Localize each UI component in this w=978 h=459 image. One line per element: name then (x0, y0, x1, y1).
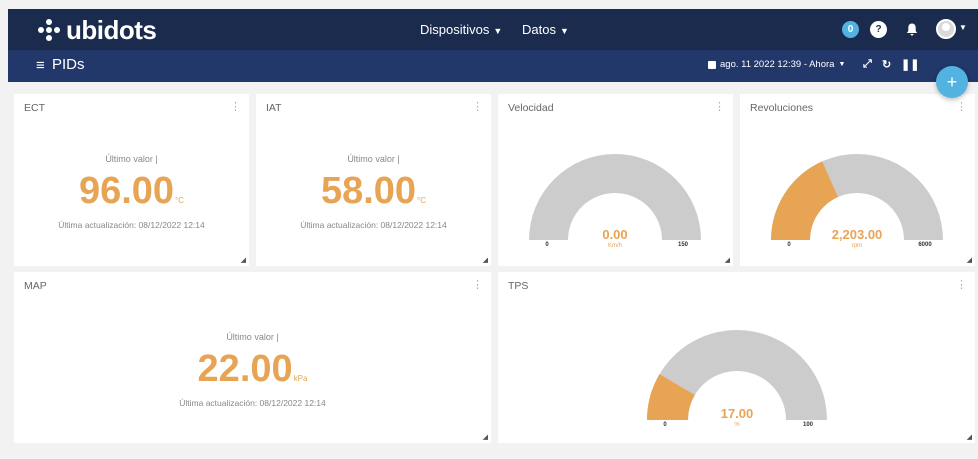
notification-count-badge[interactable]: 0 (842, 21, 859, 38)
resize-handle-icon[interactable]: ◢ (725, 256, 730, 264)
widget-ect: ECT ⋮ Último valor | 96.00°C Última actu… (14, 94, 249, 266)
kebab-menu-icon[interactable]: ⋮ (472, 278, 483, 291)
date-range-picker[interactable]: ago. 11 2022 12:39 - Ahora ▼ (708, 59, 845, 70)
last-value-label: Último valor | (105, 154, 158, 164)
add-icon: + (946, 71, 958, 92)
resize-handle-icon[interactable]: ◢ (967, 433, 972, 441)
nav-data[interactable]: Datos ▼ (522, 22, 569, 37)
metric-number: 58.00 (320, 170, 417, 212)
chevron-down-icon: ▼ (493, 26, 503, 36)
ubidots-logo[interactable]: ubidots (38, 14, 157, 45)
gauge-value: 2,203.00 (832, 227, 883, 242)
widget-title: IAT (266, 102, 282, 114)
metric-number: 96.00 (78, 170, 175, 212)
last-update-text: Última actualización: 08/12/2022 12:14 (58, 220, 205, 230)
gauge-unit: Km/h (608, 243, 622, 249)
widget-iat: IAT ⋮ Último valor | 58.00°C Última actu… (256, 94, 491, 266)
widget-title: ECT (24, 102, 45, 114)
gauge-chart: 0.00 Km/h 0 150 (529, 154, 701, 249)
widget-velocidad: Velocidad ⋮ 0.00 Km/h 0 150 ◢ (498, 94, 733, 266)
widget-map: MAP ⋮ Último valor | 22.00kPa Última act… (14, 272, 491, 443)
metric-unit: °C (417, 196, 427, 205)
user-avatar[interactable] (936, 19, 956, 39)
nav-devices-label: Dispositivos (420, 22, 490, 37)
gauge-value: 17.00 (721, 406, 754, 421)
dashboard-title: PIDs (52, 56, 85, 73)
gauge-value: 0.00 (602, 227, 627, 242)
gauge-min-label: 0 (787, 242, 791, 248)
gauge-min-label: 0 (545, 242, 549, 248)
last-value-label: Último valor | (226, 332, 279, 342)
kebab-menu-icon[interactable]: ⋮ (230, 100, 241, 113)
gauge-unit: rpm (852, 243, 862, 249)
top-navbar: ubidots Dispositivos ▼ Datos ▼ 0 ? ▼ (8, 9, 978, 50)
resize-handle-icon[interactable]: ◢ (241, 256, 246, 264)
last-update-text: Última actualización: 08/12/2022 12:14 (300, 220, 447, 230)
gauge-chart: 2,203.00 rpm 0 6000 (771, 154, 943, 249)
metric-number: 22.00 (197, 348, 293, 390)
chevron-down-icon: ▼ (838, 61, 846, 68)
nav-data-label: Datos (522, 22, 556, 37)
expand-icon[interactable]: ⤢ (863, 58, 872, 71)
add-widget-button[interactable]: + (936, 66, 968, 98)
last-value-label: Último valor | (347, 154, 400, 164)
bell-icon[interactable] (903, 21, 920, 38)
ubidots-logo-icon (38, 19, 60, 41)
resize-handle-icon[interactable]: ◢ (483, 433, 488, 441)
gauge-max-label: 100 (803, 422, 814, 428)
gauge-chart: 17.00 % 0 100 (647, 330, 827, 428)
hamburger-menu-icon[interactable]: ≡ (36, 57, 45, 74)
widget-tps: TPS ⋮ 17.00 % 0 100 ◢ (498, 272, 975, 443)
gauge-max-label: 6000 (918, 242, 932, 248)
metric-value: 22.00kPa (14, 348, 491, 391)
widget-revoluciones: Revoluciones ⋮ 2,203.00 rpm 0 6000 ◢ (740, 94, 975, 266)
gauge-max-label: 150 (678, 242, 689, 248)
nav-devices[interactable]: Dispositivos ▼ (420, 22, 502, 37)
dashboard-header: ≡ PIDs ago. 11 2022 12:39 - Ahora ▼ ⤢ ↻ … (8, 50, 978, 82)
gauge-unit: % (734, 422, 740, 428)
help-icon[interactable]: ? (870, 21, 887, 38)
metric-value: 96.00°C (14, 170, 249, 213)
gauge-min-label: 0 (663, 422, 667, 428)
chevron-down-icon[interactable]: ▼ (959, 23, 967, 32)
chevron-down-icon: ▼ (559, 26, 569, 36)
brand-name: ubidots (66, 14, 157, 45)
metric-unit: °C (175, 196, 185, 205)
kebab-menu-icon[interactable]: ⋮ (472, 100, 483, 113)
metric-unit: kPa (293, 374, 308, 383)
calendar-icon (708, 60, 716, 69)
pause-icon[interactable]: ❚❚ (901, 58, 919, 71)
date-range-label: ago. 11 2022 12:39 - Ahora (720, 59, 835, 70)
last-update-text: Última actualización: 08/12/2022 12:14 (179, 398, 326, 408)
resize-handle-icon[interactable]: ◢ (483, 256, 488, 264)
widget-title: MAP (24, 280, 47, 292)
refresh-icon[interactable]: ↻ (882, 58, 891, 71)
metric-value: 58.00°C (256, 170, 491, 213)
resize-handle-icon[interactable]: ◢ (967, 256, 972, 264)
